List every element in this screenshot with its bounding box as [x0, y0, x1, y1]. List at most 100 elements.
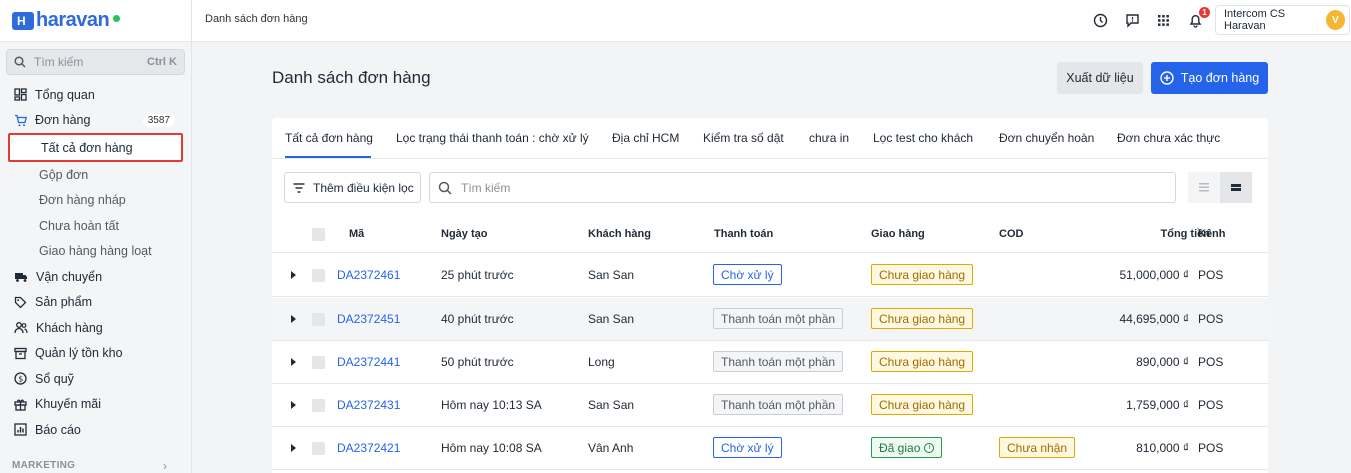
- list-view-icon[interactable]: [1188, 172, 1220, 203]
- order-customer: San San: [588, 398, 635, 412]
- apps-grid-icon[interactable]: [1153, 10, 1173, 30]
- sidebar-subitem-incomplete[interactable]: Chưa hoàn tất: [0, 213, 191, 239]
- order-code-link[interactable]: DA2372441: [337, 355, 400, 369]
- order-customer: San San: [588, 312, 635, 326]
- table-row[interactable]: DA2372431 Hôm nay 10:13 SA San San Thanh…: [272, 384, 1268, 427]
- order-created: 50 phút trước: [441, 355, 514, 369]
- sidebar-item-cashbook[interactable]: $ Sổ quỹ: [0, 366, 191, 392]
- logo-text: haravan: [36, 9, 110, 31]
- column-header-cod[interactable]: COD: [999, 228, 1023, 240]
- order-channel: POS: [1198, 268, 1224, 282]
- sidebar-subitem-all-orders[interactable]: Tất cả đơn hàng: [8, 133, 183, 162]
- order-total: 1,759,000 ₫: [1126, 398, 1189, 412]
- order-code-link[interactable]: DA2372461: [337, 268, 400, 282]
- info-icon[interactable]: i: [924, 442, 935, 453]
- order-code-link[interactable]: DA2372431: [337, 398, 400, 412]
- tab-not-printed[interactable]: chưa in: [809, 131, 849, 145]
- select-all-checkbox[interactable]: [312, 228, 325, 241]
- expand-caret-icon[interactable]: [291, 358, 296, 366]
- breadcrumb[interactable]: Danh sách đơn hàng: [205, 13, 308, 25]
- tab-unverified-orders[interactable]: Đơn chưa xác thực: [1117, 131, 1220, 145]
- column-header-code[interactable]: Mã: [349, 228, 364, 240]
- sidebar-item-customers[interactable]: Khách hàng: [0, 315, 191, 341]
- view-toggle: [1188, 172, 1252, 203]
- sidebar-item-overview[interactable]: Tổng quan: [0, 82, 191, 108]
- tab-check-number[interactable]: Kiểm tra số dật: [703, 131, 784, 145]
- row-checkbox[interactable]: [312, 313, 325, 326]
- tab-returned-orders[interactable]: Đơn chuyển hoàn: [999, 131, 1094, 145]
- sidebar-item-label: Vận chuyển: [36, 269, 103, 284]
- order-created: 40 phút trước: [441, 312, 514, 326]
- order-code-link[interactable]: DA2372421: [337, 441, 400, 455]
- shipping-status-badge: Chưa giao hàng: [871, 308, 974, 329]
- column-header-total[interactable]: Tổng tiền: [1118, 228, 1211, 240]
- shipping-status-label: Đã giao: [879, 440, 921, 455]
- order-code-link[interactable]: DA2372451: [337, 312, 400, 326]
- column-header-created[interactable]: Ngày tạo: [441, 228, 487, 240]
- logo[interactable]: haravan: [0, 0, 191, 42]
- user-menu-button[interactable]: Intercom CS Haravan V: [1215, 5, 1350, 35]
- sidebar-item-orders[interactable]: Đơn hàng 3587: [0, 108, 191, 134]
- payment-status-badge: Thanh toán một phần: [713, 308, 844, 329]
- column-header-customer[interactable]: Khách hàng: [588, 228, 651, 240]
- add-filter-button[interactable]: Thêm điều kiện lọc: [284, 172, 421, 203]
- sidebar-item-promotions[interactable]: Khuyến mãi: [0, 392, 191, 418]
- order-created: 25 phút trước: [441, 268, 514, 282]
- sidebar-search[interactable]: Tìm kiếm Ctrl K: [6, 49, 185, 75]
- row-checkbox[interactable]: [312, 356, 325, 369]
- sidebar-item-reports[interactable]: Báo cáo: [0, 417, 191, 443]
- tab-all-orders[interactable]: Tất cả đơn hàng: [285, 131, 373, 145]
- sidebar-item-label: Quản lý tồn kho: [35, 346, 123, 361]
- expand-caret-icon[interactable]: [291, 444, 296, 452]
- sidebar-item-products[interactable]: Sản phẩm: [0, 290, 191, 316]
- sidebar-subitem-bulk-shipping[interactable]: Giao hàng hàng loạt: [0, 239, 191, 265]
- compact-view-icon[interactable]: [1220, 172, 1252, 203]
- sidebar-section-marketing[interactable]: MARKETING: [12, 460, 75, 471]
- payment-status-badge: Thanh toán một phần: [713, 351, 844, 372]
- order-total: 44,695,000 ₫: [1119, 312, 1189, 326]
- sidebar-item-inventory[interactable]: Quản lý tồn kho: [0, 341, 191, 367]
- order-tabs: Tất cả đơn hàng Lọc trạng thái thanh toá…: [272, 118, 1268, 159]
- payment-status-badge: Chờ xử lý: [713, 437, 782, 458]
- bell-icon[interactable]: 1: [1185, 7, 1210, 30]
- table-row[interactable]: DA2372421 Hôm nay 10:08 SA Vân Anh Chờ x…: [272, 427, 1268, 470]
- orders-search-input[interactable]: Tìm kiếm: [429, 172, 1176, 203]
- row-checkbox[interactable]: [312, 442, 325, 455]
- table-row[interactable]: DA2372461 25 phút trước San San Chờ xử l…: [272, 254, 1268, 297]
- row-checkbox[interactable]: [312, 269, 325, 282]
- tag-icon: [14, 296, 27, 309]
- order-channel: POS: [1198, 355, 1224, 369]
- sidebar-item-shipping[interactable]: Vận chuyển: [0, 264, 191, 290]
- cart-icon: [15, 114, 27, 127]
- sidebar-item-label: Khuyến mãi: [35, 397, 102, 412]
- expand-caret-icon[interactable]: [291, 315, 296, 323]
- order-total: 810,000 ₫: [1136, 441, 1189, 455]
- page-title: Danh sách đơn hàng: [272, 68, 431, 87]
- sidebar-subitem-draft-orders[interactable]: Đơn hàng nháp: [0, 188, 191, 214]
- message-icon[interactable]: [1122, 10, 1142, 30]
- row-checkbox[interactable]: [312, 399, 325, 412]
- create-order-button[interactable]: Tạo đơn hàng: [1151, 62, 1268, 94]
- column-header-payment[interactable]: Thanh toán: [714, 228, 773, 240]
- expand-caret-icon[interactable]: [291, 401, 296, 409]
- haravan-logo-icon: [12, 11, 34, 30]
- tab-hcm-address[interactable]: Địa chỉ HCM: [612, 131, 679, 145]
- tab-test-filter[interactable]: Lọc test cho khách: [873, 131, 973, 145]
- export-button[interactable]: Xuất dữ liệu: [1057, 62, 1143, 94]
- column-header-channel[interactable]: Kênh: [1198, 228, 1226, 240]
- tab-payment-pending[interactable]: Lọc trạng thái thanh toán : chờ xử lý: [396, 131, 589, 145]
- column-header-shipping[interactable]: Giao hàng: [871, 228, 925, 240]
- svg-text:$: $: [18, 375, 23, 384]
- expand-caret-icon[interactable]: [291, 271, 296, 279]
- search-shortcut: Ctrl K: [147, 56, 177, 68]
- table-row[interactable]: DA2372441 50 phút trước Long Thanh toán …: [272, 341, 1268, 384]
- sidebar-item-label: Đơn hàng: [35, 113, 91, 128]
- sidebar-item-label: Tổng quan: [35, 87, 95, 102]
- order-channel: POS: [1198, 398, 1224, 412]
- sidebar-subitem-merge-orders[interactable]: Gộp đơn: [0, 162, 191, 188]
- history-icon[interactable]: [1090, 10, 1110, 30]
- shipping-status-badge: Đã giao i: [871, 437, 943, 458]
- orders-count-badge: 3587: [142, 113, 175, 127]
- table-row[interactable]: DA2372451 40 phút trước San San Thanh to…: [272, 298, 1268, 341]
- chevron-right-icon[interactable]: ›: [163, 459, 167, 473]
